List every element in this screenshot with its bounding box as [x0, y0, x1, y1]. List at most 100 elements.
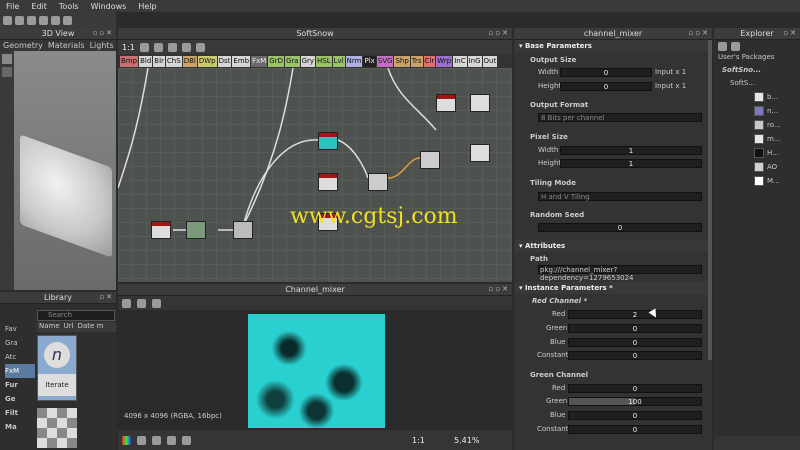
atom-bmp[interactable]: Bmp [120, 55, 139, 67]
atom-shp[interactable]: Shp [394, 55, 410, 67]
library-item-iterate[interactable]: n Iterate [37, 335, 77, 401]
settings-icon[interactable] [195, 42, 205, 52]
zoom-ratio[interactable]: 1:1 [122, 43, 135, 52]
atom-grd[interactable]: GrD [268, 55, 284, 67]
atom-plx[interactable]: Plx [363, 55, 376, 67]
column-name[interactable]: Name [39, 322, 60, 332]
checker-icon[interactable] [137, 435, 146, 445]
atom-dwp[interactable]: DWp [197, 55, 217, 67]
green-blue-slider[interactable]: 0 [568, 411, 702, 420]
open-icon[interactable] [15, 15, 24, 25]
atom-out[interactable]: Out [482, 55, 498, 67]
save-all-icon[interactable] [39, 15, 48, 25]
select-tool-icon[interactable] [2, 54, 12, 64]
graph-node-levels[interactable] [233, 221, 253, 239]
explorer-item[interactable]: b... [754, 90, 800, 104]
library-search-input[interactable]: Search [37, 310, 115, 321]
info-icon[interactable] [139, 42, 149, 52]
column-date[interactable]: Date m [78, 322, 104, 332]
graph-node-output-roughness[interactable] [470, 144, 490, 162]
copy-icon[interactable] [152, 298, 161, 308]
properties-scrollbar[interactable] [708, 40, 712, 360]
window-buttons[interactable]: ▫✕ [99, 293, 114, 301]
atom-nrm[interactable]: Nrm [345, 55, 363, 67]
explorer-item[interactable]: H... [754, 146, 800, 160]
redo-icon[interactable] [63, 15, 72, 25]
color-channel-icon[interactable] [122, 435, 131, 445]
explorer-item[interactable]: M... [754, 174, 800, 188]
red-blue-slider[interactable]: 0 [568, 338, 702, 347]
attributes-header[interactable]: ▾ Attributes [515, 240, 710, 252]
view2d-ratio[interactable]: 1:1 [412, 436, 425, 445]
green-red-slider[interactable]: 0 [568, 384, 702, 393]
explorer-graph[interactable]: SoftS... [714, 79, 800, 87]
histogram-icon[interactable] [182, 435, 191, 445]
tree-item-atomic[interactable]: Atc [5, 350, 35, 364]
tree-item-functions[interactable]: Fur [5, 378, 35, 392]
red-green-slider[interactable]: 0 [568, 324, 702, 333]
atom-gry[interactable]: Gry [300, 55, 316, 67]
output-height-slider[interactable]: 0 [560, 82, 652, 91]
pixel-height-slider[interactable]: 1 [560, 159, 702, 168]
output-width-slider[interactable]: 0 [560, 68, 652, 77]
window-buttons[interactable]: ▫✕ [783, 29, 798, 37]
window-buttons[interactable]: ▫▫✕ [689, 29, 710, 37]
base-parameters-header[interactable]: ▾ Base Parameters [515, 40, 710, 52]
window-buttons[interactable]: ▫▫✕ [489, 285, 510, 293]
explorer-package[interactable]: SoftSno... [714, 66, 800, 74]
atom-wrp[interactable]: Wrp [436, 55, 453, 67]
atom-gra[interactable]: Gra [285, 55, 300, 67]
tree-item-fxmap[interactable]: FxM [5, 364, 35, 378]
instance-parameters-header[interactable]: ▾ Instance Parameters * [515, 282, 710, 294]
menu-edit[interactable]: Edit [25, 2, 53, 11]
graph-node-blur[interactable] [186, 221, 206, 239]
view3d-lights[interactable]: Lights [90, 41, 114, 50]
view3d-geometry[interactable]: Geometry [3, 41, 43, 50]
camera-icon[interactable] [122, 298, 131, 308]
menu-tools[interactable]: Tools [53, 2, 85, 11]
texture-preview[interactable] [248, 314, 385, 428]
tree-item-filters[interactable]: Filt [5, 406, 35, 420]
atom-emb[interactable]: Emb [232, 55, 251, 67]
atom-ing[interactable]: InG [467, 55, 482, 67]
red-red-slider[interactable]: 2 [568, 310, 702, 319]
graph-node-input[interactable] [151, 221, 171, 239]
view3d-viewport[interactable] [14, 51, 116, 290]
explorer-item[interactable]: m... [754, 132, 800, 146]
menu-windows[interactable]: Windows [85, 2, 133, 11]
atom-trs[interactable]: Trs [410, 55, 423, 67]
atom-lvl[interactable]: Lvl [332, 55, 345, 67]
atom-blr[interactable]: Blr [153, 55, 165, 67]
tree-item-generators[interactable]: Ge [5, 392, 35, 406]
undo-icon[interactable] [51, 15, 60, 25]
atom-bld[interactable]: Bld [139, 55, 153, 67]
save-icon[interactable] [27, 15, 36, 25]
library-item-pattern[interactable] [37, 408, 77, 448]
new-package-icon[interactable] [718, 42, 727, 51]
view3d-materials[interactable]: Materials [48, 41, 85, 50]
menu-help[interactable]: Help [132, 2, 162, 11]
comment-icon[interactable] [181, 42, 191, 52]
window-buttons[interactable]: ▫▫✕ [489, 29, 510, 37]
view2d-zoom[interactable]: 5.41% [454, 436, 479, 445]
tree-item-favorites[interactable]: Fav [5, 322, 35, 336]
rgb-icon[interactable] [152, 435, 161, 445]
atom-svg[interactable]: SVG [376, 55, 394, 67]
explorer-item[interactable]: n... [754, 104, 800, 118]
red-constant-slider[interactable]: 0 [568, 351, 702, 360]
tree-item-materials[interactable]: Ma [5, 420, 35, 434]
atom-inc[interactable]: InC [453, 55, 467, 67]
column-url[interactable]: Url [64, 322, 74, 332]
atom-dbl[interactable]: DBl [182, 55, 197, 67]
save-image-icon[interactable] [137, 298, 146, 308]
frame-icon[interactable] [153, 42, 163, 52]
green-green-slider[interactable]: 100 [568, 397, 702, 406]
explorer-item[interactable]: AO [754, 160, 800, 174]
atom-dst[interactable]: Dst [217, 55, 232, 67]
graph-node-output-height[interactable] [436, 94, 456, 112]
atom-chs[interactable]: ChS [165, 55, 182, 67]
green-constant-slider[interactable]: 0 [568, 425, 702, 434]
graph-node-transform[interactable] [368, 173, 388, 191]
atom-fxm[interactable]: FxM [251, 55, 268, 67]
menu-file[interactable]: File [0, 2, 25, 11]
